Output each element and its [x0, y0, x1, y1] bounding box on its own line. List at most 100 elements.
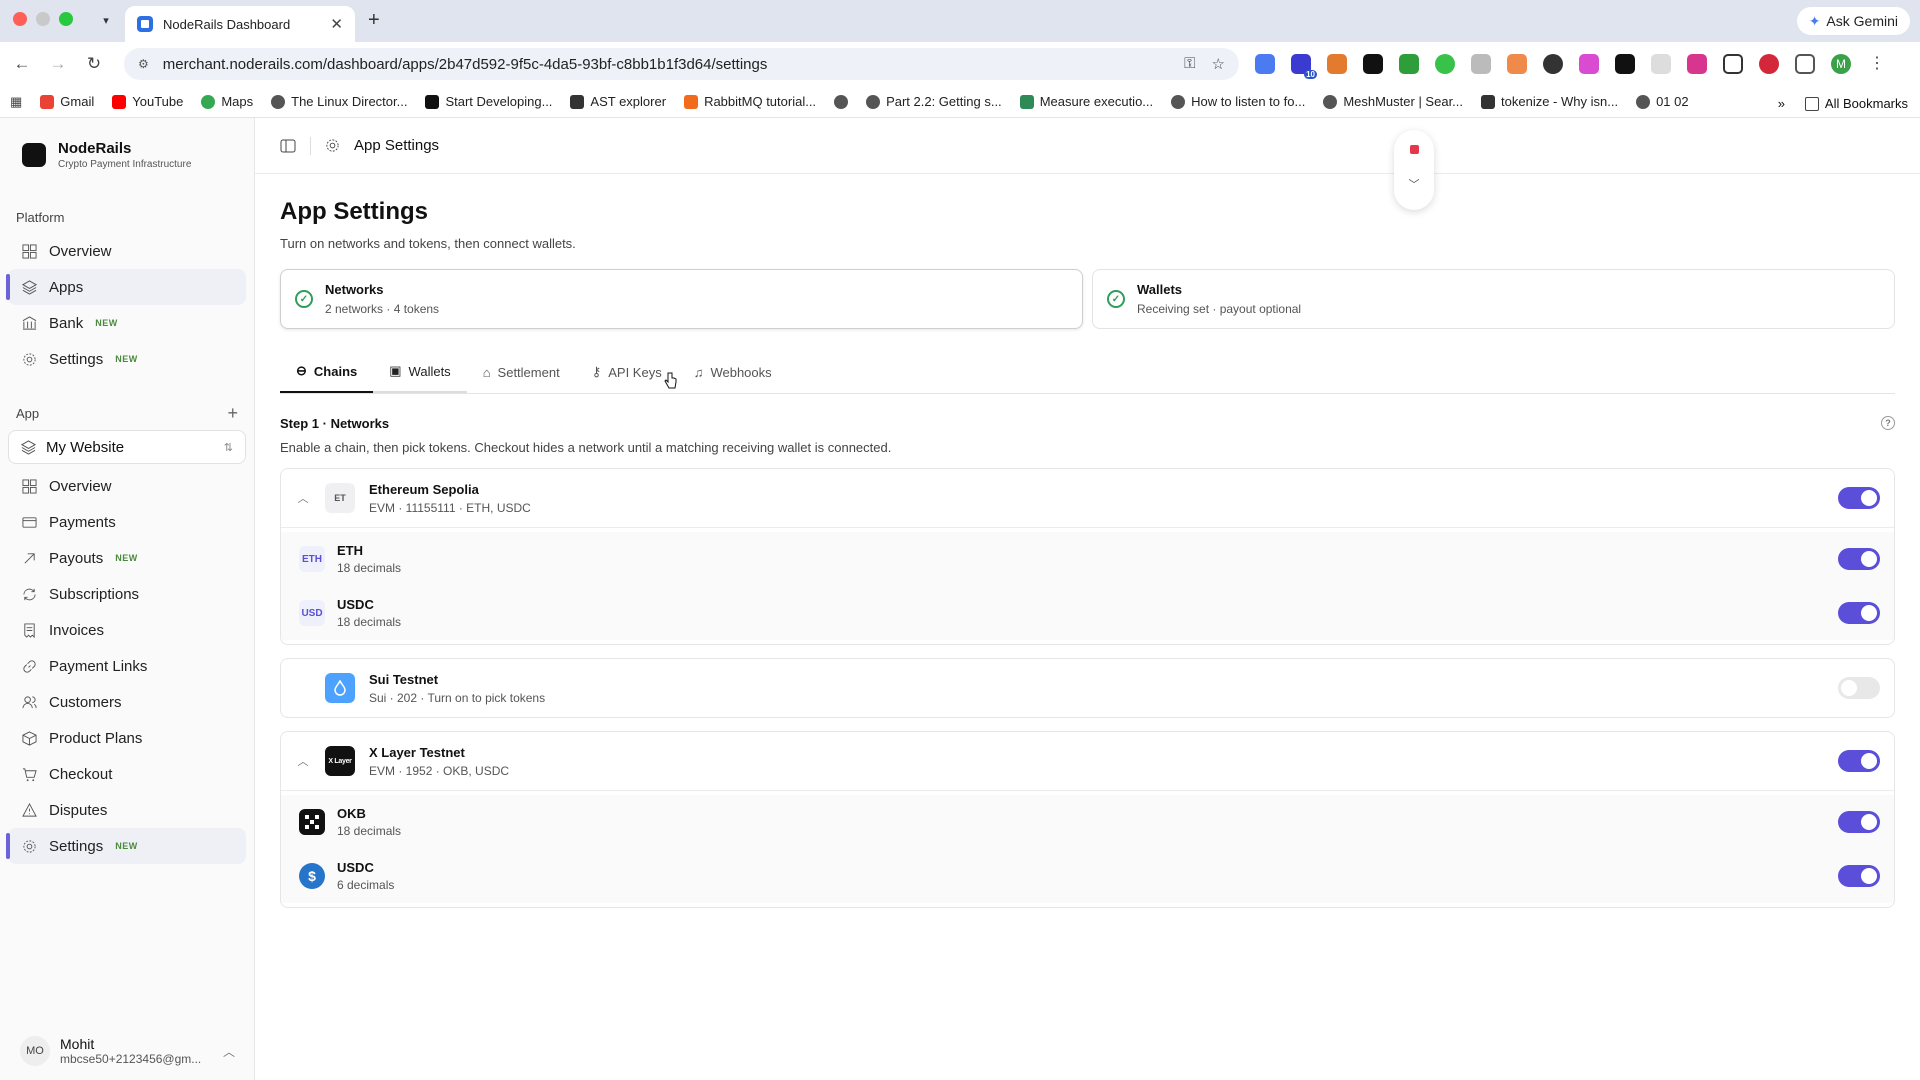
metamask-icon[interactable]	[1327, 54, 1347, 74]
networks-status-card[interactable]: ✓ Networks 2 networks · 4 tokens	[280, 269, 1083, 329]
more-bookmarks-icon[interactable]: »	[1778, 96, 1785, 111]
sidebar-item-payments[interactable]: Payments	[8, 504, 246, 540]
sidebar-item-payouts[interactable]: Payouts NEW	[8, 540, 246, 576]
extension-icon[interactable]	[1579, 54, 1599, 74]
chain-row[interactable]: ︿ X Layer X Layer Testnet EVM · 1952 · OK…	[281, 732, 1894, 790]
apps-grid-icon[interactable]: ▦	[10, 94, 22, 110]
package-icon	[22, 730, 37, 746]
site-info-icon[interactable]: ⚙	[138, 57, 149, 71]
sidebar-item-apps[interactable]: Apps	[6, 269, 246, 305]
sidebar-item-platform-overview[interactable]: Overview	[8, 233, 246, 269]
sidebar-item-checkout[interactable]: Checkout	[8, 756, 246, 792]
chevron-up-icon[interactable]: ︿	[295, 490, 311, 506]
tab-chains[interactable]: ⊖ Chains	[280, 351, 374, 393]
sidebar-item-invoices[interactable]: Invoices	[8, 612, 246, 648]
help-icon[interactable]: ?	[1881, 416, 1895, 430]
bookmark-gmail[interactable]: Gmail	[40, 94, 94, 109]
bookmark-ast-explorer[interactable]: AST explorer	[570, 94, 666, 109]
sidebar-item-bank[interactable]: Bank NEW	[8, 305, 246, 341]
extension-icon[interactable]	[1435, 54, 1455, 74]
bookmark-unnamed[interactable]	[834, 94, 849, 109]
screen-recorder-widget[interactable]: ﹀	[1394, 130, 1434, 210]
browser-menu-icon[interactable]: ⋮	[1867, 54, 1887, 74]
chain-toggle[interactable]	[1838, 677, 1880, 699]
bookmarks-right: » All Bookmarks	[1778, 96, 1908, 111]
browser-tab-title: NodeRails Dashboard	[163, 16, 291, 32]
bookmark-tokenize[interactable]: tokenize - Why isn...	[1481, 94, 1618, 109]
chain-toggle[interactable]	[1838, 487, 1880, 509]
bookmark-linux-directory[interactable]: The Linux Director...	[271, 94, 407, 109]
chain-toggle[interactable]	[1838, 750, 1880, 772]
extension-icon[interactable]: 10	[1291, 54, 1317, 79]
token-toggle[interactable]	[1838, 811, 1880, 833]
sidebar-item-overview[interactable]: Overview	[8, 468, 246, 504]
back-icon[interactable]: ←	[4, 54, 40, 74]
claude-icon[interactable]	[1507, 54, 1527, 74]
extension-icon[interactable]	[1363, 54, 1383, 74]
close-tab-icon[interactable]: ✕	[330, 15, 343, 33]
chain-row[interactable]: Sui Testnet Sui · 202 · Turn on to pick t…	[281, 659, 1894, 717]
extension-icon[interactable]	[1723, 54, 1743, 74]
add-app-button[interactable]: +	[227, 403, 238, 424]
extension-icon[interactable]	[1687, 54, 1707, 74]
token-toggle[interactable]	[1838, 548, 1880, 570]
tab-settlement[interactable]: ⌂ Settlement	[467, 351, 576, 393]
extension-icon[interactable]	[1255, 54, 1275, 74]
sidebar-item-platform-settings[interactable]: Settings NEW	[8, 341, 246, 377]
bookmark-rabbitmq[interactable]: RabbitMQ tutorial...	[684, 94, 816, 109]
maps-icon	[201, 94, 216, 109]
bookmark-maps[interactable]: Maps	[201, 94, 253, 109]
new-tab-icon[interactable]: +	[368, 9, 380, 32]
url-text[interactable]: merchant.noderails.com/dashboard/apps/2b…	[163, 56, 768, 73]
extension-icon[interactable]	[1615, 54, 1635, 74]
maximize-window-button[interactable]	[59, 12, 73, 26]
bookmark-measure[interactable]: Measure executio...	[1019, 94, 1153, 109]
brand[interactable]: NodeRails Crypto Payment Infrastructure	[0, 118, 254, 170]
bookmark-part-2-2[interactable]: Part 2.2: Getting s...	[866, 94, 1002, 109]
close-window-button[interactable]	[13, 12, 27, 26]
ask-gemini-button[interactable]: ✦ Ask Gemini	[1796, 7, 1910, 35]
all-bookmarks-button[interactable]: All Bookmarks	[1804, 96, 1908, 111]
profile-avatar[interactable]: M	[1831, 54, 1851, 74]
extension-icon[interactable]	[1759, 54, 1779, 74]
bookmark-meshmuster[interactable]: MeshMuster | Sear...	[1323, 94, 1463, 109]
bookmark-youtube[interactable]: YouTube	[112, 94, 183, 109]
bookmark-01-02[interactable]: 01 02	[1636, 94, 1689, 109]
download-extension-icon[interactable]	[1399, 54, 1419, 74]
forward-icon[interactable]: →	[40, 54, 76, 74]
sidebar-item-payment-links[interactable]: Payment Links	[8, 648, 246, 684]
chevron-up-icon[interactable]: ︿	[295, 753, 311, 769]
password-key-icon[interactable]: ⚿	[1184, 55, 1195, 73]
stop-recording-icon[interactable]	[1409, 145, 1419, 154]
extension-icon[interactable]	[1471, 54, 1491, 74]
sidebar-item-settings[interactable]: Settings NEW	[6, 828, 246, 864]
bookmark-star-icon[interactable]: ☆	[1212, 55, 1225, 73]
extension-icon[interactable]	[1651, 54, 1671, 74]
token-toggle[interactable]	[1838, 602, 1880, 624]
sidebar-toggle-icon[interactable]	[280, 138, 296, 154]
chain-row[interactable]: ︿ ET Ethereum Sepolia EVM · 11155111 · ET…	[281, 469, 1894, 527]
chevron-down-icon[interactable]: ﹀	[1409, 176, 1420, 192]
reload-icon[interactable]: ↻	[76, 54, 112, 74]
bookmark-listen[interactable]: How to listen to fo...	[1171, 94, 1305, 109]
address-bar[interactable]: ⚙ merchant.noderails.com/dashboard/apps/…	[124, 48, 1239, 80]
tab-api-keys[interactable]: ⚷ API Keys	[576, 351, 678, 393]
minimize-window-button[interactable]	[36, 12, 50, 26]
extensions-puzzle-icon[interactable]	[1795, 54, 1815, 74]
sidebar-item-subscriptions[interactable]: Subscriptions	[8, 576, 246, 612]
sidebar-item-customers[interactable]: Customers	[8, 684, 246, 720]
sidebar-item-product-plans[interactable]: Product Plans	[8, 720, 246, 756]
user-menu[interactable]: MO Mohit mbcse50+2123456@gm... ︿	[20, 1036, 235, 1066]
sidebar-item-disputes[interactable]: Disputes	[8, 792, 246, 828]
tab-webhooks[interactable]: ♫ Webhooks	[678, 351, 788, 393]
wallets-status-card[interactable]: ✓ Wallets Receiving set · payout optional	[1092, 269, 1895, 329]
tab-wallets[interactable]: ▣ Wallets	[373, 351, 467, 393]
token-toggle[interactable]	[1838, 865, 1880, 887]
bookmark-start-developing[interactable]: Start Developing...	[425, 94, 552, 109]
app-selector[interactable]: My Website ⇅	[8, 430, 246, 464]
extension-icon[interactable]	[1543, 54, 1563, 74]
cart-icon	[22, 767, 37, 781]
browser-tab[interactable]: NodeRails Dashboard ✕	[125, 6, 355, 42]
bookmark-label: Part 2.2: Getting s...	[886, 94, 1002, 109]
tab-search-icon[interactable]: ▾	[95, 9, 117, 31]
